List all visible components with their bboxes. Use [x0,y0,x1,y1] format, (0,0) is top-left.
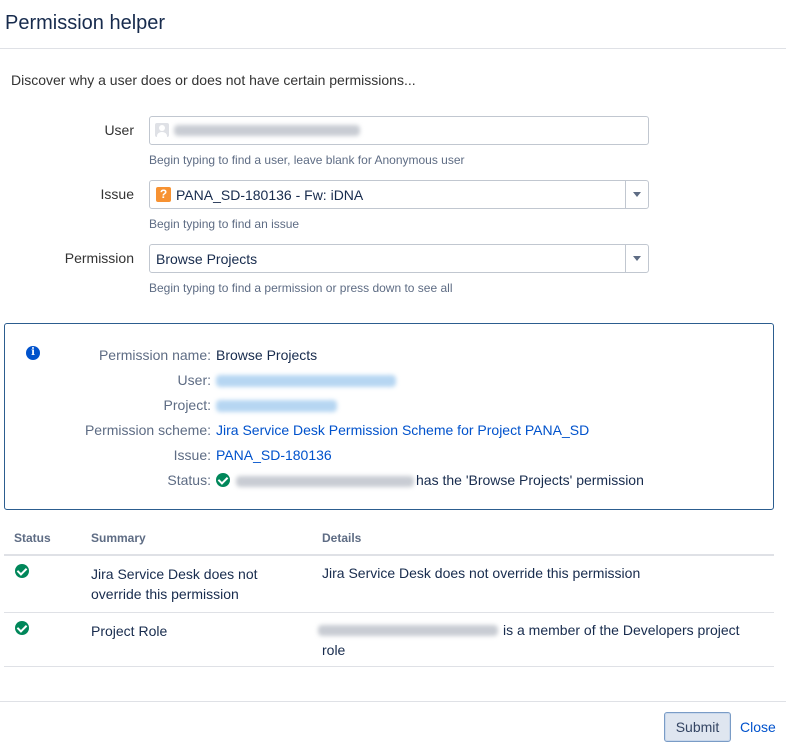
success-check-icon [15,564,29,578]
user-result-label: User: [177,372,211,388]
table-header-divider [4,554,774,556]
user-value-redacted [174,125,360,136]
permission-help: Begin typing to find a permission or pre… [149,281,453,295]
success-check-icon [216,473,230,487]
permission-name-value: Browse Projects [216,347,318,363]
col-header-status: Status [14,531,51,545]
user-help: Begin typing to find a user, leave blank… [149,153,465,167]
user-avatar-icon [155,123,169,137]
project-link-redacted[interactable] [216,400,337,412]
row1-details: Jira Service Desk does not override this… [322,565,641,581]
issue-help: Begin typing to find an issue [149,217,300,231]
issue-field[interactable]: ? PANA_SD-180136 - Fw: iDNA [149,180,649,209]
scheme-label: Permission scheme: [84,422,211,438]
issue-value: PANA_SD-180136 - Fw: iDNA [176,187,364,203]
dialog-title: Permission helper [5,12,166,34]
project-label: Project: [163,397,211,413]
dialog-header: Permission helper [0,0,786,49]
status-value [216,472,230,488]
permission-dropdown-icon[interactable] [625,245,648,272]
row2-user-redacted [318,625,498,636]
issue-label: Issue [100,186,134,202]
status-text: has the 'Browse Projects' permission [416,472,644,488]
row2-summary: Project Role [91,623,168,639]
status-label: Status: [167,472,211,488]
permission-name-label: Permission name: [98,347,211,363]
row1-summary-line1: Jira Service Desk does not [91,566,258,582]
status-user-redacted [236,476,414,487]
close-link[interactable]: Close [740,719,776,735]
row2-details-line1: is a member of the Developers project [503,622,740,638]
row-divider [4,666,774,667]
issue-result-label: Issue: [173,447,211,463]
user-field[interactable] [149,116,649,145]
col-header-summary: Summary [91,531,146,545]
user-result-link-redacted[interactable] [216,375,396,387]
submit-button[interactable]: Submit [664,712,731,742]
col-header-details: Details [322,531,362,545]
question-issue-type-icon: ? [156,187,171,202]
info-icon: i [26,346,40,360]
permission-field[interactable]: Browse Projects [149,244,649,273]
row2-details-line2: role [322,642,346,658]
row-divider [4,612,774,613]
scheme-link[interactable]: Jira Service Desk Permission Scheme for … [216,422,589,438]
row1-summary-line2: override this permission [91,586,239,602]
issue-link[interactable]: PANA_SD-180136 [216,447,332,463]
permission-label: Permission [64,250,134,266]
permission-value: Browse Projects [156,251,258,267]
footer-divider [0,701,786,702]
result-panel: i Permission name: Browse Projects User:… [4,323,774,510]
intro-text: Discover why a user does or does not hav… [11,72,416,88]
user-label: User [104,122,134,138]
success-check-icon [15,621,29,635]
issue-dropdown-icon[interactable] [625,181,648,208]
